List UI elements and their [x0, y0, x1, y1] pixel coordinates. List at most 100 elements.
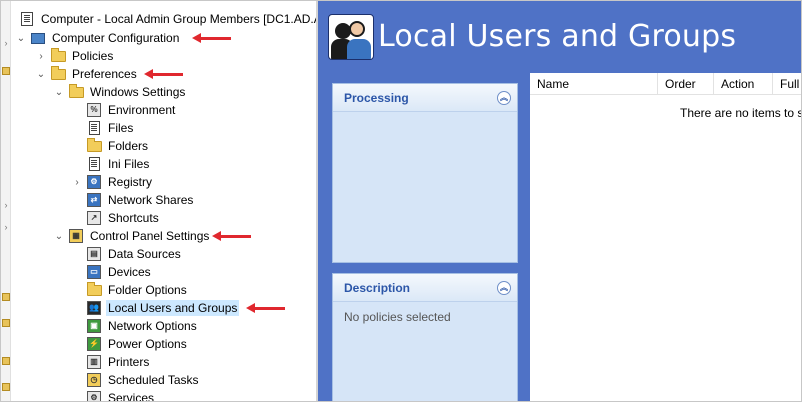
column-header-order[interactable]: Order: [658, 73, 714, 95]
description-panel-header[interactable]: Description ︽: [333, 274, 517, 302]
tree-item-data-sources[interactable]: ▤ Data Sources: [86, 245, 183, 263]
collapse-icon[interactable]: ︽: [497, 280, 511, 295]
chevron-down-icon[interactable]: ⌄: [53, 86, 65, 98]
tree-item-network-options[interactable]: ▣ Network Options: [86, 317, 199, 335]
items-list[interactable]: Name Order Action Full There are no item…: [530, 73, 801, 401]
clipped-left-pane: › › ›: [1, 1, 11, 401]
computer-config-icon: [30, 30, 46, 46]
chevron-right-icon: ›: [4, 38, 8, 48]
tree-item-preferences[interactable]: ⌄ Preferences: [35, 65, 139, 83]
tree-item-label: Computer Configuration: [52, 31, 180, 45]
annotation-arrow: [212, 231, 251, 241]
scheduled-tasks-icon: ◷: [86, 372, 102, 388]
tree-item-label: Printers: [108, 355, 150, 369]
ini-files-icon: [86, 156, 102, 172]
tree-item-label: Registry: [108, 175, 153, 189]
files-icon: [86, 120, 102, 136]
processing-panel: Processing ︽: [332, 83, 518, 263]
tree-item-label: Environment: [108, 103, 176, 117]
tree-item-ini-files[interactable]: Ini Files: [86, 155, 151, 173]
tree-item-label: Ini Files: [108, 157, 150, 171]
collapse-icon[interactable]: ︽: [497, 90, 511, 105]
gpo-icon: [19, 11, 35, 27]
chevron-right-icon: ›: [4, 222, 8, 232]
chevron-right-icon[interactable]: ›: [71, 176, 83, 188]
page-title: Local Users and Groups: [378, 19, 737, 54]
tree-item-label: Power Options: [108, 337, 187, 351]
folder-icon: [2, 357, 10, 365]
tree-item-label: Services: [108, 391, 155, 402]
tree-item-label: Local Users and Groups: [106, 300, 240, 316]
tree-item-folder-options[interactable]: Folder Options: [86, 281, 189, 299]
devices-icon: ▭: [86, 264, 102, 280]
tree-item-control-panel-settings[interactable]: ⌄ ▦ Control Panel Settings: [53, 227, 211, 245]
column-header-full[interactable]: Full: [773, 73, 801, 95]
services-icon: ⚙: [86, 390, 102, 401]
folder-options-icon: [86, 281, 102, 298]
tree-root-label: Computer - Local Admin Group Members [DC…: [41, 12, 316, 26]
folder-icon: [2, 293, 10, 301]
control-panel-icon: ▦: [68, 228, 84, 244]
registry-icon: ⚙: [86, 174, 102, 190]
data-sources-icon: ▤: [86, 246, 102, 262]
tree-item-label: Windows Settings: [90, 85, 186, 99]
tree-item-label: Devices: [108, 265, 151, 279]
column-header-action[interactable]: Action: [714, 73, 773, 95]
tree-item-printers[interactable]: ▥ Printers: [86, 353, 151, 371]
folders-icon: [86, 137, 102, 154]
environment-icon: %: [86, 102, 102, 118]
tree-item-windows-settings[interactable]: ⌄ Windows Settings: [53, 83, 187, 101]
annotation-arrow: [246, 303, 285, 313]
local-users-groups-icon: 👥: [86, 300, 102, 316]
processing-panel-title: Processing: [344, 90, 409, 105]
folder-icon: [2, 383, 10, 391]
tree-item-label: Network Options: [108, 319, 197, 333]
processing-panel-header[interactable]: Processing ︽: [333, 84, 517, 112]
tree-item-label: Network Shares: [108, 193, 194, 207]
folder-icon: [68, 83, 84, 100]
network-shares-icon: ⇄: [86, 192, 102, 208]
tree-item-label: Folder Options: [108, 283, 187, 297]
tree-item-label: Preferences: [72, 67, 137, 81]
tree-item-folders[interactable]: Folders: [86, 137, 150, 155]
tree-item-environment[interactable]: % Environment: [86, 101, 177, 119]
tree-item-policies[interactable]: › Policies: [35, 47, 115, 65]
chevron-down-icon[interactable]: ⌄: [53, 230, 65, 242]
tree-item-label: Scheduled Tasks: [108, 373, 199, 387]
local-users-groups-icon: [328, 14, 374, 60]
folder-icon: [2, 319, 10, 327]
chevron-down-icon[interactable]: ⌄: [15, 32, 27, 44]
details-pane: Local Users and Groups Processing ︽ Desc…: [318, 1, 801, 401]
annotation-arrow: [192, 33, 231, 43]
tree-root-row[interactable]: Computer - Local Admin Group Members [DC…: [19, 10, 316, 28]
chevron-down-icon[interactable]: ⌄: [35, 68, 47, 80]
tree-item-network-shares[interactable]: ⇄ Network Shares: [86, 191, 195, 209]
tree-item-label: Data Sources: [108, 247, 181, 261]
console-tree[interactable]: Computer - Local Admin Group Members [DC…: [11, 1, 316, 402]
network-options-icon: ▣: [86, 318, 102, 334]
folder-icon: [2, 67, 10, 75]
extension-banner: Local Users and Groups: [318, 1, 801, 73]
column-header-name[interactable]: Name: [530, 73, 658, 95]
folder-icon: [50, 47, 66, 64]
printers-icon: ▥: [86, 354, 102, 370]
tree-item-scheduled-tasks[interactable]: ◷ Scheduled Tasks: [86, 371, 201, 389]
tree-item-power-options[interactable]: ⚡ Power Options: [86, 335, 189, 353]
tree-item-shortcuts[interactable]: ↗ Shortcuts: [86, 209, 161, 227]
tree-item-label: Files: [108, 121, 134, 135]
chevron-right-icon[interactable]: ›: [35, 50, 47, 62]
tree-item-computer-configuration[interactable]: ⌄ Computer Configuration: [15, 29, 181, 47]
tree-item-services[interactable]: ⚙ Services: [86, 389, 156, 402]
gpme-window: › › › Computer - Local Admin Group Membe…: [0, 0, 802, 402]
description-panel-title: Description: [344, 280, 411, 295]
annotation-arrow: [144, 69, 183, 79]
tree-item-files[interactable]: Files: [86, 119, 135, 137]
power-options-icon: ⚡: [86, 336, 102, 352]
tree-item-label: Control Panel Settings: [90, 229, 210, 243]
tree-item-registry[interactable]: › ⚙ Registry: [71, 173, 154, 191]
tree-item-label: Shortcuts: [108, 211, 159, 225]
tree-item-devices[interactable]: ▭ Devices: [86, 263, 153, 281]
list-header: Name Order Action Full: [530, 73, 801, 95]
shortcuts-icon: ↗: [86, 210, 102, 226]
tree-item-local-users-and-groups[interactable]: 👥 Local Users and Groups: [86, 299, 240, 317]
